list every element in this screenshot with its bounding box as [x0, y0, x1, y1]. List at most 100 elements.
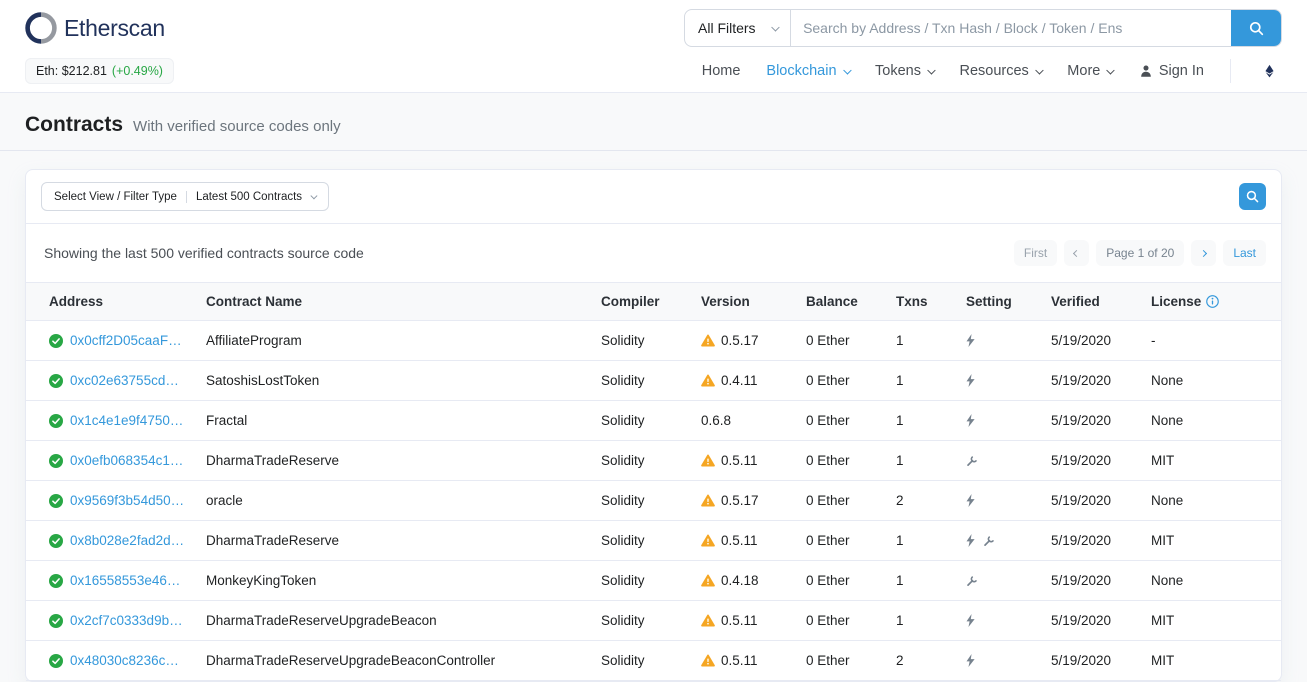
version-text: 0.5.11 — [721, 453, 758, 468]
address-link[interactable]: 0x16558553e4647c... — [70, 573, 186, 588]
card-toolbar: Select View / Filter Type Latest 500 Con… — [26, 170, 1281, 224]
contract-name-cell: DharmaTradeReserve — [196, 441, 591, 481]
main-nav: Home Blockchain Tokens Resources More — [702, 59, 1282, 83]
warning-icon — [701, 654, 715, 667]
eth-price-badge[interactable]: Eth: $212.81 (+0.49%) — [25, 58, 174, 84]
warning-icon — [701, 374, 715, 387]
table-search-button[interactable] — [1239, 183, 1266, 210]
info-icon[interactable] — [1206, 295, 1219, 308]
license-cell: - — [1141, 321, 1281, 361]
contract-name-cell: DharmaTradeReserveUpgradeBeaconControlle… — [196, 641, 591, 681]
search-icon — [1249, 21, 1264, 36]
table-row: 0x1c4e1e9f4750838... Fractal Solidity 0.… — [26, 401, 1281, 441]
nav-home-label: Home — [702, 63, 741, 79]
balance-cell: 0 Ether — [796, 481, 886, 521]
pagination-last-button[interactable]: Last — [1223, 240, 1266, 266]
verified-date-cell: 5/19/2020 — [1041, 521, 1141, 561]
contracts-card: Select View / Filter Type Latest 500 Con… — [25, 169, 1282, 682]
license-cell: None — [1141, 361, 1281, 401]
nav-divider — [1230, 59, 1231, 83]
sign-in-button[interactable]: Sign In — [1139, 63, 1204, 79]
pagination-next-button[interactable] — [1191, 240, 1216, 266]
address-link[interactable]: 0x0cff2D05caaF92C... — [70, 333, 186, 348]
verified-date-cell: 5/19/2020 — [1041, 441, 1141, 481]
balance-cell: 0 Ether — [796, 641, 886, 681]
col-setting: Setting — [956, 283, 1041, 321]
all-filters-dropdown[interactable]: All Filters — [685, 10, 791, 46]
filter-value-label: Latest 500 Contracts — [196, 191, 302, 203]
license-header-label: License — [1151, 294, 1201, 309]
contract-name-cell: oracle — [196, 481, 591, 521]
nav-item-resources[interactable]: Resources — [959, 63, 1041, 79]
balance-cell: 0 Ether — [796, 521, 886, 561]
nav-tokens-label: Tokens — [875, 63, 921, 79]
txns-cell: 1 — [886, 521, 956, 561]
nav-blockchain-label: Blockchain — [766, 63, 836, 79]
nav-item-home[interactable]: Home — [702, 63, 741, 79]
compiler-cell: Solidity — [591, 561, 691, 601]
etherscan-logo[interactable]: Etherscan — [25, 12, 165, 44]
verified-check-icon — [49, 454, 63, 468]
setting-icons — [966, 534, 1031, 547]
verified-date-cell: 5/19/2020 — [1041, 641, 1141, 681]
col-compiler: Compiler — [591, 283, 691, 321]
table-row: 0x0cff2D05caaF92C... AffiliateProgram So… — [26, 321, 1281, 361]
address-link[interactable]: 0x2cf7c0333d9b7f9... — [70, 613, 186, 628]
address-link[interactable]: 0x48030c8236c20d... — [70, 653, 186, 668]
contracts-table: Address Contract Name Compiler Version B… — [26, 282, 1281, 681]
compiler-cell: Solidity — [591, 401, 691, 441]
version-text: 0.5.11 — [721, 533, 758, 548]
setting-icons — [966, 654, 1031, 667]
license-cell: None — [1141, 401, 1281, 441]
address-link[interactable]: 0x8b028e2fad2dc99... — [70, 533, 186, 548]
filter-type-button[interactable]: Select View / Filter Type Latest 500 Con… — [41, 182, 329, 211]
contract-name-cell: DharmaTradeReserveUpgradeBeacon — [196, 601, 591, 641]
search-button[interactable] — [1231, 10, 1281, 46]
address-link[interactable]: 0xc02e63755cdbdf4... — [70, 373, 186, 388]
compiler-cell: Solidity — [591, 321, 691, 361]
page-title: Contracts — [25, 113, 123, 137]
setting-icons — [966, 455, 1031, 467]
filter-type-label: Select View / Filter Type — [54, 191, 177, 203]
chevron-down-icon — [1107, 66, 1115, 74]
pagination-first-button[interactable]: First — [1014, 240, 1057, 266]
site-header: Etherscan All Filters Eth: $212.81 (+0.4… — [0, 0, 1307, 93]
bolt-icon — [966, 534, 975, 547]
eth-price-change: (+0.49%) — [112, 64, 163, 78]
compiler-cell: Solidity — [591, 521, 691, 561]
table-row: 0x16558553e4647c... MonkeyKingToken Soli… — [26, 561, 1281, 601]
person-icon — [1139, 64, 1153, 78]
chevron-down-icon — [771, 23, 779, 31]
warning-icon — [701, 454, 715, 467]
address-link[interactable]: 0x1c4e1e9f4750838... — [70, 413, 186, 428]
version-text: 0.5.11 — [721, 653, 758, 668]
verified-date-cell: 5/19/2020 — [1041, 561, 1141, 601]
sign-in-label: Sign In — [1159, 63, 1204, 79]
page-head: Contracts With verified source codes onl… — [0, 93, 1307, 151]
license-cell: MIT — [1141, 641, 1281, 681]
balance-cell: 0 Ether — [796, 321, 886, 361]
license-cell: MIT — [1141, 441, 1281, 481]
setting-icons — [966, 575, 1031, 587]
chevron-down-icon — [928, 66, 936, 74]
txns-cell: 1 — [886, 321, 956, 361]
nav-item-blockchain[interactable]: Blockchain — [766, 63, 849, 79]
verified-date-cell: 5/19/2020 — [1041, 401, 1141, 441]
txns-cell: 1 — [886, 441, 956, 481]
table-row: 0x0efb068354c10c0... DharmaTradeReserve … — [26, 441, 1281, 481]
eth-network-button[interactable] — [1257, 62, 1282, 80]
nav-item-more[interactable]: More — [1067, 63, 1113, 79]
warning-icon — [701, 574, 715, 587]
address-link[interactable]: 0x0efb068354c10c0... — [70, 453, 186, 468]
nav-item-tokens[interactable]: Tokens — [875, 63, 933, 79]
wrench-icon — [966, 455, 978, 467]
setting-icons — [966, 414, 1031, 427]
verified-check-icon — [49, 654, 63, 668]
pagination-prev-button[interactable] — [1064, 240, 1089, 266]
wrench-icon — [983, 535, 995, 547]
setting-icons — [966, 374, 1031, 387]
chevron-right-icon — [1200, 249, 1207, 256]
address-link[interactable]: 0x9569f3b54d507a6... — [70, 493, 186, 508]
balance-cell: 0 Ether — [796, 441, 886, 481]
search-input[interactable] — [791, 10, 1231, 46]
